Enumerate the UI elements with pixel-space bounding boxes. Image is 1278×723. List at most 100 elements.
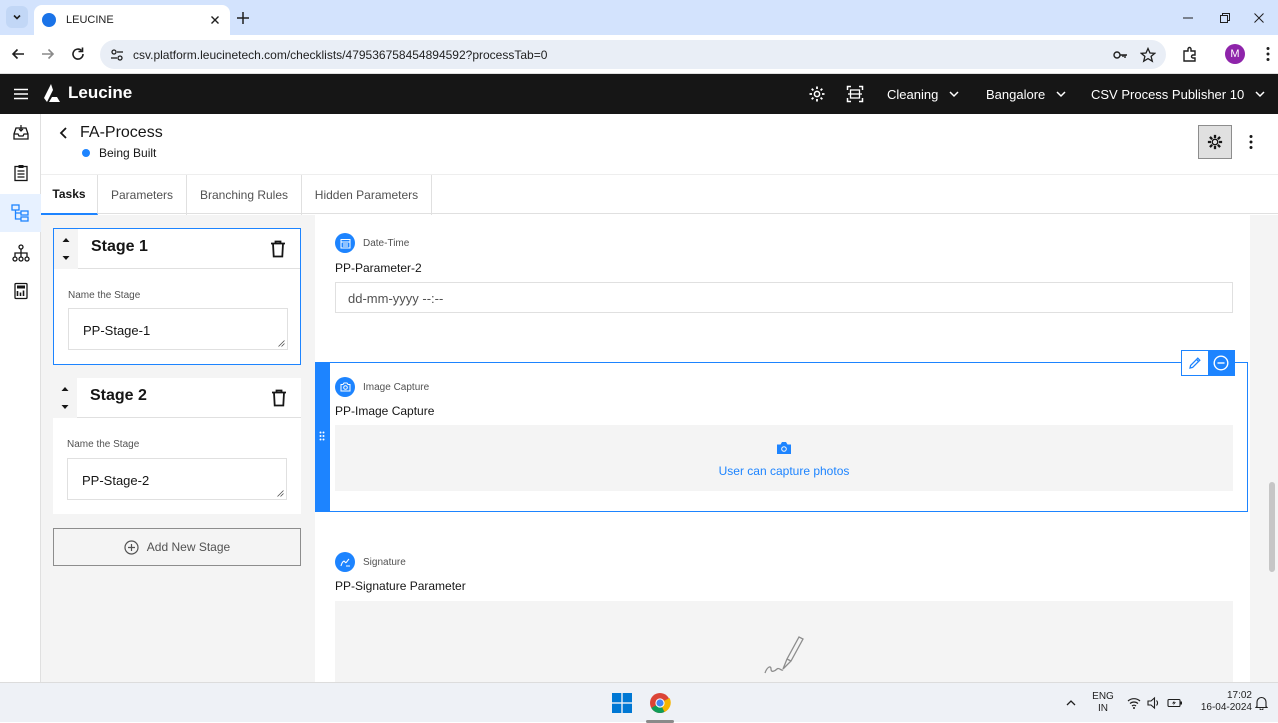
- nav-ontology[interactable]: [0, 234, 41, 272]
- site-settings-icon[interactable]: [109, 47, 125, 63]
- volume-icon[interactable]: [1147, 696, 1161, 710]
- notification-bell-icon[interactable]: [1255, 696, 1268, 710]
- stage-card-header: Stage 1: [54, 229, 300, 269]
- parameter-name: PP-Parameter-2: [335, 261, 422, 275]
- location-label: Bangalore: [986, 86, 1046, 102]
- clock-date: 16-04-2024: [1200, 702, 1252, 713]
- extensions-puzzle-icon[interactable]: [1181, 45, 1199, 63]
- image-capture-parameter[interactable]: Image Capture PP-Image Capture User can …: [315, 350, 1248, 512]
- camera-icon: [777, 442, 791, 454]
- app-header: Leucine Cleaning Bangalore CSV Process P…: [0, 74, 1278, 114]
- add-new-stage-button[interactable]: Add New Stage: [53, 528, 301, 566]
- leucine-logo-icon: [44, 84, 60, 102]
- parameter-type-label: Date-Time: [363, 237, 410, 249]
- forward-arrow-icon[interactable]: [39, 45, 57, 63]
- bookmark-star-icon[interactable]: [1140, 46, 1156, 63]
- tab-parameters[interactable]: Parameters: [98, 175, 187, 215]
- parameter-type-label: Signature: [363, 556, 406, 568]
- process-settings-button[interactable]: [1198, 125, 1232, 159]
- move-down-icon[interactable]: [61, 404, 69, 410]
- address-bar[interactable]: csv.platform.leucinetech.com/checklists/…: [100, 40, 1166, 69]
- chrome-taskbar-icon[interactable]: [649, 692, 671, 714]
- move-up-icon[interactable]: [62, 237, 70, 243]
- resize-handle-icon[interactable]: [277, 490, 284, 497]
- nav-checklists[interactable]: [0, 154, 41, 192]
- move-down-icon[interactable]: [62, 255, 70, 261]
- clock-time: 17:02: [1226, 690, 1252, 701]
- camera-icon: [335, 377, 355, 397]
- close-icon[interactable]: [208, 13, 222, 27]
- image-capture-area[interactable]: User can capture photos: [335, 425, 1233, 491]
- leucine-favicon-icon: [42, 13, 56, 27]
- nav-inbox[interactable]: [0, 114, 41, 152]
- pencil-icon: [1189, 357, 1201, 369]
- close-icon: [1254, 12, 1264, 23]
- chevron-left-icon[interactable]: [57, 126, 71, 140]
- tab-tasks[interactable]: Tasks: [41, 175, 98, 215]
- vertical-scrollbar[interactable]: [1267, 230, 1275, 680]
- facility-dropdown[interactable]: Cleaning: [887, 74, 960, 114]
- process-header: FA-Process Being Built: [41, 114, 1278, 174]
- settings-gear-icon[interactable]: [808, 85, 826, 103]
- remove-parameter-button[interactable]: [1208, 351, 1234, 375]
- location-dropdown[interactable]: Bangalore: [986, 74, 1067, 114]
- clock[interactable]: 17:02 16-04-2024: [1190, 690, 1252, 714]
- reload-icon[interactable]: [69, 45, 87, 63]
- tab-search-button[interactable]: [6, 6, 28, 28]
- language-code: ENG: [1092, 691, 1114, 702]
- scrollbar-thumb[interactable]: [1269, 482, 1275, 572]
- scan-icon[interactable]: [846, 85, 864, 103]
- more-options-kebab-icon[interactable]: [1244, 133, 1258, 151]
- delete-trash-icon[interactable]: [270, 240, 286, 258]
- stage-name-input[interactable]: PP-Stage-1: [68, 308, 288, 350]
- parameter-type-tag: Signature: [335, 552, 406, 572]
- browser-menu-kebab-icon[interactable]: [1259, 45, 1277, 63]
- stage-name-label: Name the Stage: [67, 439, 140, 450]
- wifi-icon[interactable]: [1127, 696, 1141, 710]
- tab-branching-rules[interactable]: Branching Rules: [187, 175, 302, 215]
- remove-circle-icon: [1213, 355, 1229, 371]
- calendar-icon: [335, 233, 355, 253]
- battery-charging-icon[interactable]: [1167, 696, 1183, 710]
- back-arrow-icon[interactable]: [9, 45, 27, 63]
- chevron-down-icon: [949, 91, 959, 98]
- nav-process-builder[interactable]: [0, 194, 41, 232]
- inbox-tray-icon: [12, 125, 29, 140]
- left-nav-rail: [0, 114, 41, 682]
- move-up-icon[interactable]: [61, 386, 69, 392]
- stage-name-input[interactable]: PP-Stage-2: [67, 458, 287, 500]
- page-title: FA-Process: [80, 124, 163, 141]
- stage-title: Stage 1: [91, 238, 148, 255]
- browser-tab-leucine[interactable]: LEUCINE: [34, 5, 230, 35]
- signature-area[interactable]: [335, 601, 1233, 682]
- region-code: IN: [1098, 703, 1108, 714]
- clipboard-list-icon: [13, 165, 28, 182]
- nav-reports[interactable]: [0, 272, 41, 310]
- datetime-input[interactable]: dd-mm-yyyy --:--: [335, 282, 1233, 313]
- user-dropdown[interactable]: CSV Process Publisher 10: [1091, 74, 1266, 114]
- leucine-logo[interactable]: Leucine: [42, 83, 132, 103]
- stage-name-value: PP-Stage-1: [83, 323, 151, 338]
- stage-card-1[interactable]: Stage 1 Name the Stage PP-Stage-1: [53, 228, 301, 365]
- datetime-placeholder: dd-mm-yyyy --:--: [348, 291, 444, 306]
- password-key-icon[interactable]: [1112, 47, 1128, 63]
- drag-handle-icon[interactable]: [319, 431, 325, 441]
- windows-taskbar: ENG IN 17:02 16-04-2024: [0, 682, 1278, 723]
- chevron-up-icon[interactable]: [1065, 697, 1077, 709]
- profile-avatar[interactable]: M: [1225, 44, 1245, 64]
- gear-icon: [1207, 134, 1223, 150]
- hamburger-menu-icon[interactable]: [12, 85, 30, 103]
- windows-start-icon[interactable]: [612, 693, 632, 713]
- new-tab-plus-icon[interactable]: [234, 9, 252, 27]
- tab-hidden-parameters[interactable]: Hidden Parameters: [302, 175, 432, 215]
- close-window-button[interactable]: [1240, 0, 1278, 35]
- edit-parameter-button[interactable]: [1182, 351, 1208, 375]
- parameter-type-tag: Image Capture: [335, 377, 429, 397]
- restore-icon: [1220, 12, 1230, 23]
- parameter-actions: [1181, 350, 1235, 376]
- resize-handle-icon[interactable]: [278, 340, 285, 347]
- delete-trash-icon[interactable]: [271, 389, 287, 407]
- stage-card-2[interactable]: Stage 2 Name the Stage PP-Stage-2: [53, 378, 301, 514]
- stage-name-label: Name the Stage: [68, 290, 141, 301]
- language-indicator[interactable]: ENG IN: [1088, 691, 1118, 715]
